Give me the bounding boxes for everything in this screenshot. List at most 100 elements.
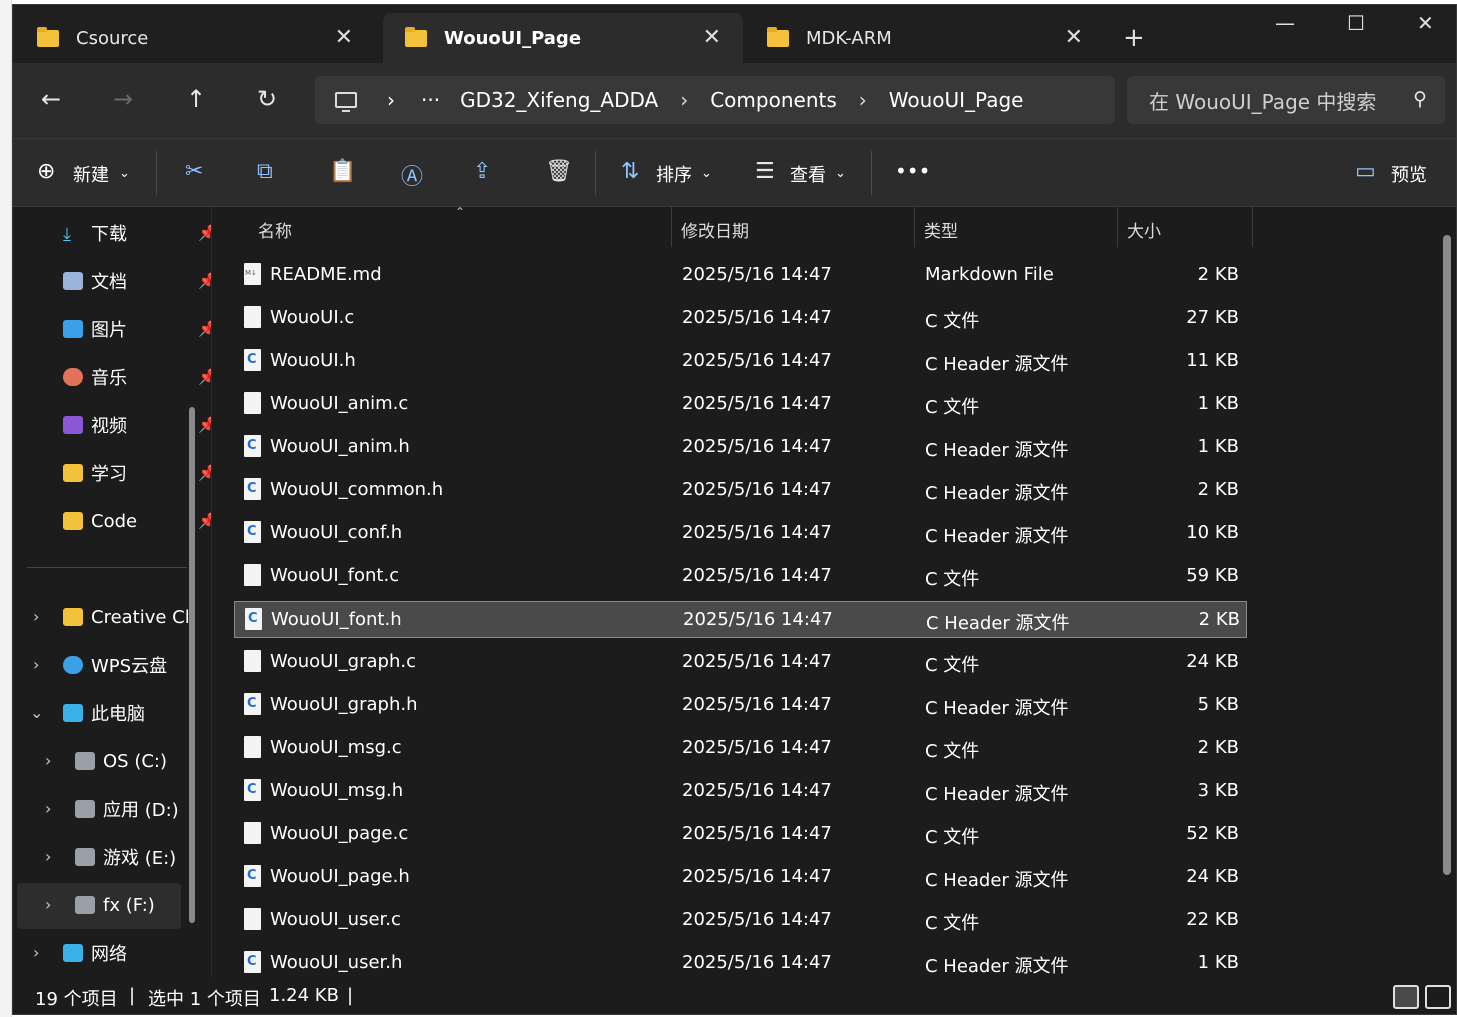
- new-plus-icon[interactable]: ⊕: [37, 159, 55, 184]
- sidebar-item-drive-e[interactable]: 游戏 (E:): [75, 835, 176, 879]
- sidebar-item-wps-cloud[interactable]: WPS云盘: [63, 643, 167, 687]
- chevron-right-icon[interactable]: ›: [45, 799, 51, 818]
- tiles-view-icon[interactable]: [1425, 985, 1451, 1009]
- sidebar-item-pictures[interactable]: 图片 📌: [63, 307, 217, 351]
- new-tab-button[interactable]: +: [1123, 23, 1145, 53]
- file-size: 2 KB: [1198, 609, 1240, 630]
- sidebar-item-study[interactable]: 学习 📌: [63, 451, 217, 495]
- file-row[interactable]: WouoUI_msg.c 2025/5/16 14:47 C 文件 2 KB: [234, 730, 1247, 767]
- breadcrumb-item[interactable]: WouoUI_Page: [889, 88, 1024, 112]
- delete-icon[interactable]: 🗑: [545, 159, 573, 184]
- address-bar[interactable]: › ··· GD32_Xifeng_ADDA › Components › Wo…: [315, 76, 1115, 124]
- sidebar-item-downloads[interactable]: ⤓ 下载 📌: [63, 211, 217, 255]
- close-window-button[interactable]: ✕: [1417, 11, 1434, 35]
- sidebar-item-this-pc[interactable]: 此电脑: [63, 691, 145, 735]
- column-header-name[interactable]: 名称: [258, 217, 292, 242]
- file-row[interactable]: WouoUI_font.h 2025/5/16 14:47 C Header 源文件…: [234, 601, 1247, 638]
- tab-wououi-page[interactable]: WouoUI_Page ✕: [383, 13, 743, 63]
- back-button[interactable]: ←: [41, 85, 61, 113]
- more-options-button[interactable]: •••: [895, 159, 930, 183]
- sidebar-item-drive-d[interactable]: 应用 (D:): [75, 787, 179, 831]
- sidebar-item-drive-c[interactable]: OS (C:): [75, 739, 167, 783]
- file-row[interactable]: WouoUI_conf.h 2025/5/16 14:47 C Header 源文件…: [234, 515, 1247, 552]
- file-row[interactable]: WouoUI_page.h 2025/5/16 14:47 C Header 源文件…: [234, 859, 1247, 896]
- refresh-button[interactable]: ↻: [257, 85, 277, 113]
- close-tab-icon[interactable]: ✕: [1065, 25, 1083, 50]
- chevron-down-icon[interactable]: ⌄: [835, 166, 846, 181]
- sidebar-item-creative-cloud[interactable]: Creative Cl: [63, 595, 190, 639]
- file-row[interactable]: WouoUI_anim.c 2025/5/16 14:47 C 文件 1 KB: [234, 386, 1247, 423]
- cut-icon[interactable]: ✂: [185, 159, 203, 184]
- breadcrumb-chevron-icon[interactable]: ›: [387, 88, 395, 112]
- search-icon[interactable]: ⚲: [1413, 88, 1427, 110]
- file-row[interactable]: WouoUI_msg.h 2025/5/16 14:47 C Header 源文件 3…: [234, 773, 1247, 810]
- c-header-file-icon: [244, 478, 261, 500]
- copy-icon[interactable]: ⧉: [257, 159, 273, 184]
- file-row[interactable]: README.md 2025/5/16 14:47 Markdown File 2 K…: [234, 257, 1247, 294]
- view-icon[interactable]: ☰: [755, 159, 775, 184]
- up-button[interactable]: ↑: [186, 85, 206, 113]
- maximize-button[interactable]: ☐: [1347, 11, 1365, 35]
- c-source-file-icon: [244, 736, 261, 758]
- chevron-right-icon[interactable]: ›: [45, 895, 51, 914]
- tab-csource[interactable]: Csource ✕: [15, 13, 375, 63]
- file-list-scrollbar[interactable]: [1443, 235, 1451, 875]
- forward-button[interactable]: →: [113, 85, 133, 113]
- chevron-right-icon[interactable]: ›: [33, 655, 39, 674]
- column-header-modified[interactable]: 修改日期: [681, 217, 749, 242]
- tab-mdk-arm[interactable]: MDK-ARM ✕: [745, 13, 1105, 63]
- breadcrumb-item[interactable]: GD32_Xifeng_ADDA: [460, 88, 658, 112]
- share-icon[interactable]: ⇪: [473, 159, 491, 184]
- sidebar-item-documents[interactable]: 文档 📌: [63, 259, 217, 303]
- paste-icon[interactable]: 📋: [329, 159, 356, 184]
- sidebar-item-network[interactable]: 网络: [63, 931, 127, 975]
- preview-button-label[interactable]: 预览: [1391, 161, 1427, 187]
- sort-icon[interactable]: ⇅: [621, 159, 639, 184]
- file-row[interactable]: WouoUI_anim.h 2025/5/16 14:47 C Header 源文件…: [234, 429, 1247, 466]
- chevron-right-icon[interactable]: ›: [45, 847, 51, 866]
- breadcrumb-chevron-icon[interactable]: ›: [680, 88, 688, 112]
- file-row[interactable]: WouoUI_user.c 2025/5/16 14:47 C 文件 22 KB: [234, 902, 1247, 939]
- column-header-size[interactable]: 大小: [1127, 217, 1161, 242]
- file-row[interactable]: WouoUI.h 2025/5/16 14:47 C Header 源文件 11 KB: [234, 343, 1247, 380]
- minimize-button[interactable]: —: [1275, 11, 1295, 35]
- column-divider[interactable]: [1252, 207, 1253, 247]
- chevron-right-icon[interactable]: ›: [45, 751, 51, 770]
- breadcrumb-chevron-icon[interactable]: ›: [859, 88, 867, 112]
- details-view-icon[interactable]: [1393, 985, 1419, 1009]
- file-row[interactable]: WouoUI_font.c 2025/5/16 14:47 C 文件 59 KB: [234, 558, 1247, 595]
- chevron-down-icon[interactable]: ⌄: [119, 166, 130, 181]
- column-divider[interactable]: [914, 207, 915, 247]
- view-button-label[interactable]: 查看: [790, 161, 826, 187]
- close-tab-icon[interactable]: ✕: [335, 25, 353, 50]
- column-divider[interactable]: [671, 207, 672, 247]
- sidebar-item-code[interactable]: Code 📌: [63, 499, 217, 543]
- file-name: WouoUI_page.h: [270, 866, 410, 887]
- c-source-file-icon: [244, 564, 261, 586]
- sidebar-scrollbar[interactable]: [189, 407, 195, 923]
- breadcrumb-item[interactable]: Components: [710, 88, 837, 112]
- column-header-type[interactable]: 类型: [924, 217, 958, 242]
- breadcrumb-more-button[interactable]: ···: [421, 88, 440, 112]
- rename-icon[interactable]: Ⓐ: [401, 159, 423, 191]
- file-row[interactable]: WouoUI_common.h 2025/5/16 14:47 C Header 源…: [234, 472, 1247, 509]
- file-row[interactable]: WouoUI.c 2025/5/16 14:47 C 文件 27 KB: [234, 300, 1247, 337]
- file-row[interactable]: WouoUI_page.c 2025/5/16 14:47 C 文件 52 KB: [234, 816, 1247, 853]
- sort-button-label[interactable]: 排序: [656, 161, 692, 187]
- sidebar-item-videos[interactable]: 视频 📌: [63, 403, 217, 447]
- chevron-right-icon[interactable]: ›: [33, 607, 39, 626]
- file-row[interactable]: WouoUI_graph.c 2025/5/16 14:47 C 文件 24 KB: [234, 644, 1247, 681]
- c-header-file-icon: [244, 951, 261, 973]
- chevron-right-icon[interactable]: ›: [33, 943, 39, 962]
- preview-pane-icon[interactable]: ▭: [1355, 159, 1376, 184]
- c-header-file-icon: [244, 865, 261, 887]
- chevron-down-icon[interactable]: ⌄: [701, 166, 712, 181]
- column-divider[interactable]: [1117, 207, 1118, 247]
- sidebar-item-drive-f[interactable]: fx (F:): [75, 883, 155, 927]
- sidebar-item-music[interactable]: 音乐 📌: [63, 355, 217, 399]
- close-tab-icon[interactable]: ✕: [703, 25, 721, 50]
- chevron-down-icon[interactable]: ⌄: [30, 703, 43, 722]
- file-row[interactable]: WouoUI_graph.h 2025/5/16 14:47 C Header 源文…: [234, 687, 1247, 724]
- new-button-label[interactable]: 新建: [73, 161, 109, 187]
- search-input[interactable]: 在 WouoUI_Page 中搜索 ⚲: [1127, 76, 1445, 124]
